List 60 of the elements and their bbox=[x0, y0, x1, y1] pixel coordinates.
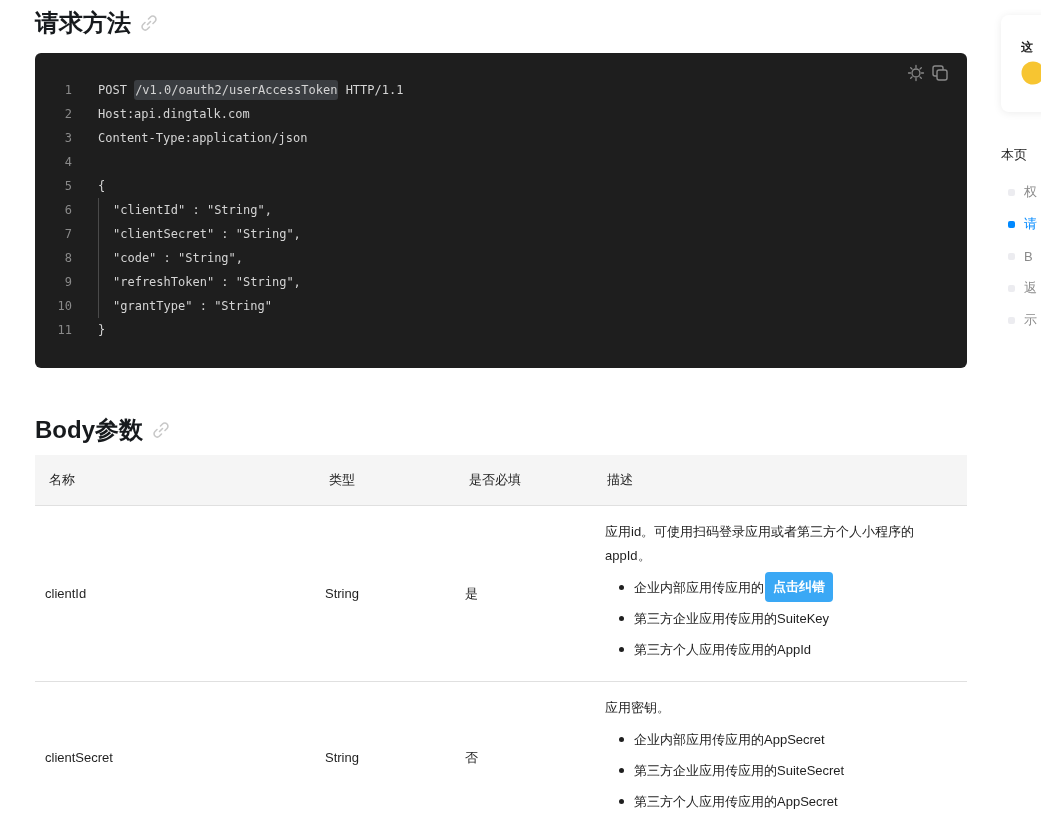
description-text: 应用id。可使用扫码登录应用或者第三方个人小程序的appId。 bbox=[605, 523, 916, 565]
toc-item[interactable]: B bbox=[1001, 240, 1041, 272]
copy-icon[interactable] bbox=[931, 64, 949, 82]
table-cell: clientSecret bbox=[45, 750, 113, 765]
card-title: 这 bbox=[1021, 39, 1034, 56]
line-number: 11 bbox=[56, 323, 72, 337]
link-icon[interactable] bbox=[139, 13, 159, 33]
code-line: Host:api.dingtalk.com bbox=[98, 106, 250, 123]
bullet-icon bbox=[619, 616, 624, 621]
toc-item[interactable]: 权 bbox=[1001, 176, 1041, 208]
bullet-text: 企业内部应用传应用的AppSecret bbox=[634, 730, 825, 749]
table-cell: 否 bbox=[465, 749, 478, 765]
line-number: 8 bbox=[63, 251, 72, 265]
code-line: { bbox=[98, 178, 106, 195]
table-cell: 是 bbox=[465, 585, 478, 601]
bullet-text: 第三方企业应用传应用的SuiteKey bbox=[634, 609, 830, 628]
toc-title: 本页 bbox=[1001, 146, 1028, 164]
line-number: 6 bbox=[63, 203, 72, 217]
description-text: 应用密钥。 bbox=[605, 699, 671, 717]
bullet-text: 第三方个人应用传应用的AppId bbox=[634, 640, 811, 659]
section-heading: 请求方法 bbox=[35, 8, 131, 38]
code-line: "code" : "String", bbox=[98, 246, 244, 270]
toc-item[interactable]: 返 bbox=[1001, 272, 1041, 304]
table-cell: String bbox=[325, 750, 359, 765]
column-header: 类型 bbox=[329, 472, 355, 487]
bullet-text: 第三方个人应用传应用的AppSecret bbox=[634, 792, 838, 811]
line-number: 5 bbox=[63, 179, 72, 193]
bullet-icon bbox=[619, 647, 624, 652]
section-heading: Body参数 bbox=[35, 415, 143, 445]
emoji-icon[interactable] bbox=[1021, 61, 1041, 85]
line-number: 9 bbox=[63, 275, 72, 289]
theme-toggle-icon[interactable] bbox=[907, 64, 925, 82]
toc-item[interactable]: 示 bbox=[1001, 304, 1041, 336]
code-line: Content-Type:application/json bbox=[98, 130, 308, 147]
bullet-icon bbox=[619, 585, 624, 590]
code-line: POST /v1.0/oauth2/userAccessToken HTTP/1.1 bbox=[98, 78, 404, 102]
link-icon[interactable] bbox=[151, 420, 171, 440]
line-number: 1 bbox=[63, 83, 72, 97]
bullet-text: 第三方企业应用传应用的SuiteSecret bbox=[634, 761, 845, 780]
correction-tooltip[interactable]: 点击纠错 bbox=[765, 572, 833, 602]
line-number: 3 bbox=[63, 131, 72, 145]
table-cell: String bbox=[325, 586, 359, 601]
code-line: "clientSecret" : "String", bbox=[98, 222, 301, 246]
column-header: 名称 bbox=[49, 472, 75, 487]
bullet-icon bbox=[619, 799, 624, 804]
toc-item[interactable]: 请 bbox=[1001, 208, 1041, 240]
line-number: 4 bbox=[63, 155, 72, 169]
code-line: "refreshToken" : "String", bbox=[98, 270, 301, 294]
line-number: 2 bbox=[63, 107, 72, 121]
column-header: 是否必填 bbox=[469, 472, 521, 487]
bullet-icon bbox=[619, 737, 624, 742]
column-header: 描述 bbox=[607, 472, 633, 487]
bullet-text: 企业内部应用传应用的 bbox=[634, 578, 764, 597]
code-line: } bbox=[98, 322, 106, 339]
table-cell: clientId bbox=[45, 586, 87, 601]
code-line: "grantType" : "String" bbox=[98, 294, 272, 318]
line-number: 7 bbox=[63, 227, 72, 241]
bullet-icon bbox=[619, 768, 624, 773]
code-line: "clientId" : "String", bbox=[98, 198, 272, 222]
line-number: 10 bbox=[56, 299, 72, 313]
